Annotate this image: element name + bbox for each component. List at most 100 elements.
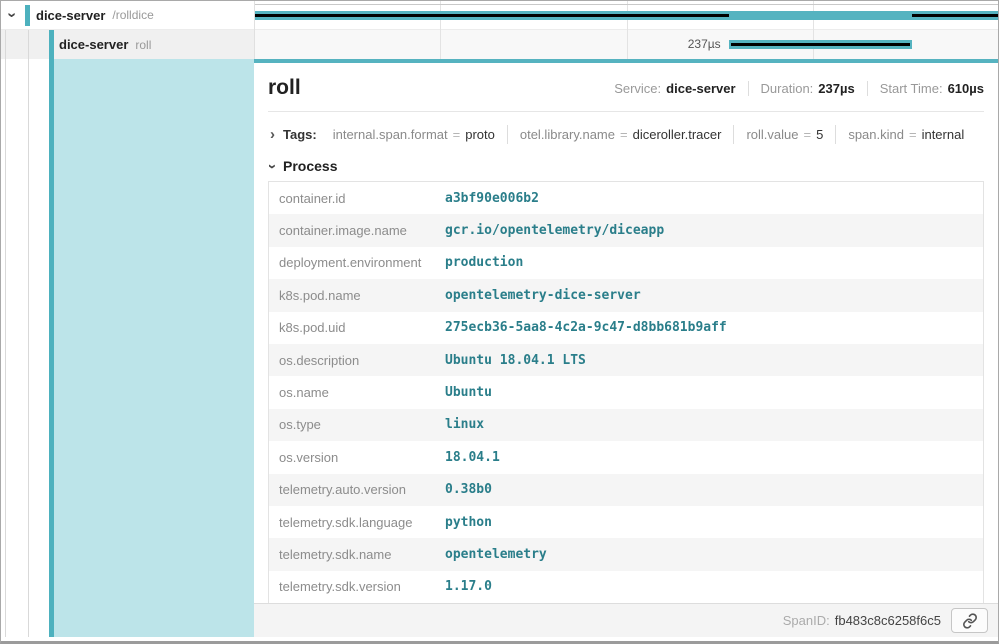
span-title: roll [268,76,301,100]
process-table-row: os.version 18.04.1 [269,441,983,473]
jaeger-trace-window: › dice-server /rolldice dice-server roll… [0,0,999,644]
indent-guide [5,30,6,637]
process-value: gcr.io/opentelemetry/diceapp [445,223,664,238]
meta-value: dice-server [666,81,735,96]
tags-section-header[interactable]: › Tags: internal.span.format=proto otel.… [268,121,984,147]
chevron-down-icon[interactable]: › [4,12,20,17]
name-column-divider [254,1,255,59]
timeline-gridline [440,1,441,59]
process-key: k8s.pod.uid [269,320,445,335]
indent-guide [28,30,29,637]
meta-item: Start Time: 610µs [867,81,984,96]
span-bar-cell [254,1,998,29]
operation-name: roll [135,38,151,52]
selected-span-accent-bar [49,30,54,637]
process-key: deployment.environment [269,255,445,270]
span-row-roll-selected[interactable]: dice-server roll 237µs [1,30,998,59]
tag-key: otel.library.name [520,127,615,142]
span-duration-label: 237µs [688,37,721,51]
tag-equals: = [620,127,628,142]
process-key: os.type [269,417,445,432]
process-value: linux [445,417,484,432]
process-table-row: k8s.pod.uid 275ecb36-5aa8-4c2a-9c47-d8bb… [269,312,983,344]
process-table-row: os.description Ubuntu 18.04.1 LTS [269,344,983,376]
meta-item: Duration: 237µs [748,81,855,96]
process-key: telemetry.auto.version [269,482,445,497]
process-table-row: container.id a3bf90e006b2 [269,182,983,214]
span-bar-roll[interactable] [729,40,913,49]
meta-label: Duration: [761,81,814,96]
meta-item: Service: dice-server [614,81,735,96]
process-table-row: k8s.pod.name opentelemetry-dice-server [269,279,983,311]
meta-value: 610µs [948,81,984,96]
copy-span-link-button[interactable] [951,608,988,633]
meta-value: 237µs [818,81,854,96]
process-value: opentelemetry-dice-server [445,288,641,303]
tag-list: internal.span.format = proto otel.library.… [321,125,977,144]
tag-value: diceroller.tracer [633,127,722,142]
process-value: production [445,255,523,270]
process-key: os.name [269,385,445,400]
process-value: python [445,515,492,530]
tag-key: span.kind [848,127,904,142]
tag-item: internal.span.format = proto [321,125,507,144]
tag-item: otel.library.name = diceroller.tracer [507,125,734,144]
chevron-right-icon[interactable]: › [270,127,275,142]
span-name-cell[interactable]: dice-server roll [1,30,254,59]
process-label: Process [283,158,337,174]
span-name-cell[interactable]: › dice-server /rolldice [1,1,254,29]
process-value: Ubuntu [445,385,492,400]
process-key: os.version [269,450,445,465]
process-table-row: telemetry.sdk.language python [269,506,983,538]
tag-item: span.kind=internal [835,125,976,144]
meta-label: Service: [614,81,661,96]
tag-value: proto [465,127,495,142]
service-name: dice-server [59,37,128,52]
process-table: container.id a3bf90e006b2 container.imag… [268,181,984,604]
process-table-row: telemetry.sdk.name opentelemetry [269,538,983,570]
process-section-header[interactable]: › Process [268,154,984,178]
process-key: os.description [269,353,445,368]
span-bar-cell: 237µs [254,30,998,59]
process-key: container.image.name [269,223,445,238]
span-detail-panel: roll Service: dice-server Duration: 237µs … [254,59,998,637]
tag-equals: = [453,127,461,142]
process-table-row: os.type linux [269,409,983,441]
timeline-gridline [627,1,628,59]
critical-path-segment [254,14,729,17]
link-icon [962,613,978,629]
process-table-row: container.image.name gcr.io/opentelemetr… [269,214,983,246]
span-detail-footer: SpanID: fb483c8c6258f6c5 [254,603,998,637]
process-key: telemetry.sdk.language [269,515,445,530]
critical-path-segment [731,43,911,46]
tag-value: internal [922,127,965,142]
span-color-accent [25,5,30,26]
tag-key: internal.span.format [333,127,448,142]
process-value: Ubuntu 18.04.1 LTS [445,353,586,368]
spanid-value: fb483c8c6258f6c5 [835,613,941,628]
span-bar-rolldice[interactable] [254,11,998,20]
process-table-row: telemetry.auto.version 0.38b0 [269,474,983,506]
process-key: telemetry.sdk.version [269,579,445,594]
process-value: 0.38b0 [445,482,492,497]
tag-value: 5 [816,127,823,142]
process-table-row: telemetry.sdk.version 1.17.0 [269,571,983,603]
span-detail-header: roll Service: dice-server Duration: 237µs … [268,63,984,112]
timeline-ruler-edge [254,4,998,5]
process-key: k8s.pod.name [269,288,445,303]
process-value: opentelemetry [445,547,547,562]
chevron-down-icon[interactable]: › [265,164,280,169]
timeline-gridline [813,1,814,59]
span-row-rolldice[interactable]: › dice-server /rolldice [1,1,998,30]
service-name: dice-server [36,8,105,23]
span-meta: Service: dice-server Duration: 237µs Start… [614,81,984,96]
meta-label: Start Time: [880,81,943,96]
process-value: a3bf90e006b2 [445,191,539,206]
tag-equals: = [804,127,812,142]
process-table-row: deployment.environment production [269,247,983,279]
process-table-row: os.name Ubuntu [269,376,983,408]
tag-item: roll.value=5 [733,125,835,144]
selected-span-highlight-fill [54,59,254,637]
process-key: telemetry.sdk.name [269,547,445,562]
spanid-label: SpanID: [783,613,830,628]
